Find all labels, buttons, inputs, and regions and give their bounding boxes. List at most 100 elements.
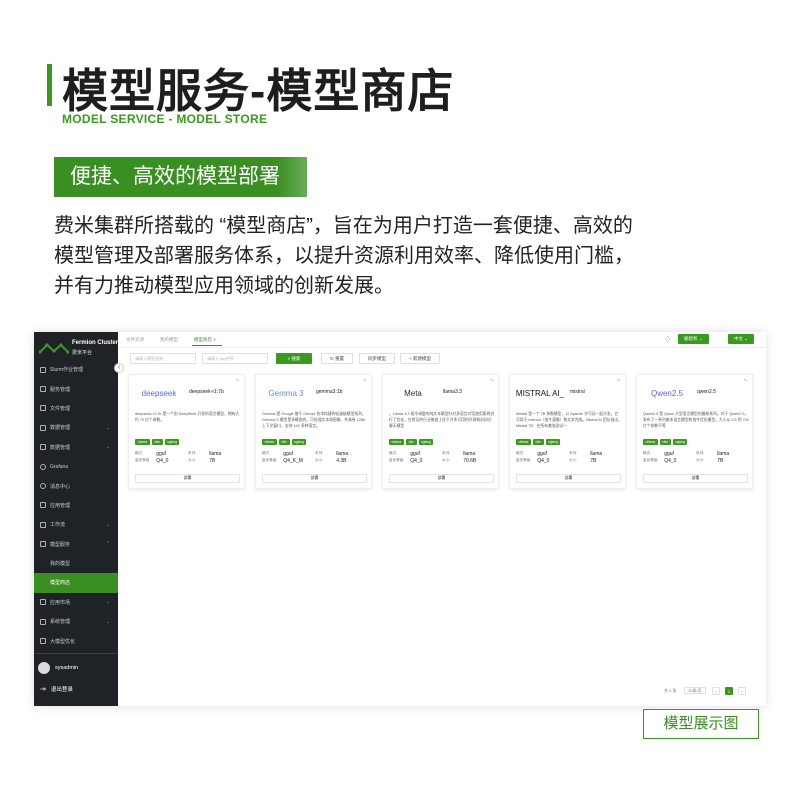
sidebar-item[interactable]: 应用管理 bbox=[34, 496, 118, 515]
deploy-button[interactable]: 部署 bbox=[389, 474, 494, 483]
tab-model-store[interactable]: 模型商店 × bbox=[194, 337, 216, 343]
pin-icon[interactable]: ✎ bbox=[617, 378, 621, 384]
sidebar-item-label: 模型商店 bbox=[50, 580, 71, 587]
add-model-button[interactable]: + 新建模型 bbox=[400, 353, 440, 364]
engine-tag: vllm bbox=[151, 439, 163, 445]
engine-tag: vllm bbox=[278, 439, 290, 445]
model-name: llama3.3 bbox=[443, 389, 462, 395]
sidebar-item[interactable]: 应用市场 ⌄ bbox=[34, 593, 118, 612]
model-specs: 格式: gguf 系列: llama 量化等级: Q4_K_M 大小: 4.3B bbox=[262, 450, 368, 464]
spec-key: 系列: bbox=[569, 451, 578, 455]
deploy-button[interactable]: 部署 bbox=[516, 474, 621, 483]
model-logo: Gemma 3 bbox=[268, 388, 304, 398]
page-size-select[interactable]: 10条/页 bbox=[684, 687, 706, 695]
sidebar-item[interactable]: Slurm作业管理 bbox=[34, 360, 118, 379]
tab-file-resources[interactable]: 文件资源 bbox=[126, 337, 144, 343]
pin-icon[interactable]: ✎ bbox=[363, 378, 367, 384]
sync-model-button[interactable]: 同步模型 bbox=[359, 353, 395, 364]
spec-size: 7B bbox=[209, 457, 216, 464]
sidebar-item[interactable]: 服务管理 bbox=[34, 379, 118, 398]
chevron-left-icon[interactable]: ‹ bbox=[114, 363, 124, 373]
sidebar-item[interactable]: 文件管理 bbox=[34, 399, 118, 418]
spec-size: 7B bbox=[590, 457, 597, 464]
spec-key: 格式: bbox=[262, 451, 271, 455]
model-specs: 格式: gguf 系列: llama 量化等级: Q4_0 大小: 7B bbox=[516, 450, 622, 464]
logo[interactable]: Fermion Cluster 费米平台 bbox=[39, 336, 119, 360]
sidebar-item[interactable]: 大模型优化 bbox=[34, 631, 118, 650]
prev-page-button[interactable]: ‹ bbox=[712, 687, 720, 695]
section-badge: 便捷、高效的模型部署 bbox=[54, 157, 307, 197]
reset-button[interactable]: ↻ 重置 bbox=[321, 353, 353, 364]
engine-tag: ollama bbox=[262, 439, 277, 445]
avatar bbox=[38, 662, 50, 674]
model-description: deepseek-r1:7b 是一个由 DeepSeek 开发的语言模型，拥有大… bbox=[135, 412, 240, 422]
model-name-input[interactable]: 请输入模型名称 bbox=[130, 353, 196, 364]
model-card[interactable]: ✎ deepseek deepseek-r1:7b deepseek-r1:7b 是一… bbox=[128, 374, 245, 489]
sidebar-item-label: 我的模型 bbox=[50, 561, 71, 568]
model-specs: 格式: gguf 系列: llama 量化等级: Q4_0 大小: 70.6B bbox=[389, 450, 495, 464]
bell-icon[interactable]: ♢ bbox=[664, 335, 671, 344]
model-card[interactable]: ✎ Meta llama3.3 。Llama 3.3 指令调整的纯文本模型针对多语言对… bbox=[382, 374, 499, 489]
model-logo: Meta bbox=[404, 388, 422, 398]
database-icon bbox=[40, 424, 46, 431]
user-profile[interactable]: sysadmin bbox=[38, 662, 78, 674]
language-button[interactable]: 中文 ⌄ bbox=[728, 334, 755, 344]
sidebar-item[interactable]: 消息中心 bbox=[34, 476, 118, 495]
spec-format: gguf bbox=[410, 450, 420, 457]
sidebar-item[interactable]: 数据管理 ⌄ bbox=[34, 418, 118, 437]
description: 费米集群所搭载的 “模型商店”，旨在为用户打造一套便捷、高效的 模型管理及部署服… bbox=[54, 211, 754, 301]
sidebar-item[interactable]: 模型服务 ⌃ bbox=[34, 535, 118, 554]
model-card[interactable]: ✎ Qwen2.5 qwen2.5 Qwen2.5 是 Qwen 大型语言模型的最新系… bbox=[636, 374, 753, 489]
search-button[interactable]: ⌕ 搜索 bbox=[276, 353, 312, 364]
pagination-total: 共 5 条 bbox=[664, 688, 677, 693]
spec-key: 格式: bbox=[389, 451, 398, 455]
engine-tags: ollama vllm sglang bbox=[135, 439, 180, 445]
sidebar-item-label: 系统管理 bbox=[50, 619, 71, 626]
model-icon bbox=[40, 541, 46, 548]
spec-key: 量化等级: bbox=[516, 458, 532, 462]
spec-format: gguf bbox=[156, 450, 166, 457]
deploy-button[interactable]: 部署 bbox=[262, 474, 367, 483]
app-icon bbox=[40, 502, 46, 509]
spec-key: 大小: bbox=[315, 458, 324, 462]
chevron-icon: ⌄ bbox=[105, 521, 110, 528]
spec-size: 4.3B bbox=[336, 457, 347, 464]
logout-button[interactable]: ⇥ 退出登录 bbox=[40, 685, 73, 693]
spec-quant: Q4_0 bbox=[537, 457, 550, 464]
spec-key: 系列: bbox=[315, 451, 324, 455]
chevron-icon: ⌃ bbox=[105, 541, 110, 548]
spec-key: 格式: bbox=[643, 451, 652, 455]
sidebar-item[interactable]: 我的模型 bbox=[34, 554, 118, 573]
logo-name: Fermion Cluster bbox=[72, 340, 119, 346]
user-name: sysadmin bbox=[55, 665, 79, 671]
chevron-icon: ⌄ bbox=[105, 599, 110, 606]
engine-tag: vllm bbox=[532, 439, 544, 445]
pin-icon[interactable]: ✎ bbox=[744, 378, 748, 384]
logout-icon: ⇥ bbox=[40, 686, 46, 693]
spec-quant: Q4_0 bbox=[410, 457, 423, 464]
sidebar-item[interactable]: 系统管理 ⌄ bbox=[34, 612, 118, 631]
page-1-button[interactable]: 1 bbox=[725, 687, 733, 695]
spec-quant: Q4_K_M bbox=[283, 457, 303, 464]
spec-key: 系列: bbox=[696, 451, 705, 455]
sidebar-item-label: 文件管理 bbox=[50, 405, 71, 412]
sidebar-nav: Slurm作业管理 服务管理 文件管理 数据管理 ⌄ 数据管理 ⌄ Grafana 消息中心 应用… bbox=[34, 360, 118, 651]
user-menu-button[interactable]: 秘智析 ⌄ bbox=[678, 334, 709, 344]
caption-label: 模型展示图 bbox=[643, 709, 759, 739]
engine-tag: ollama bbox=[643, 439, 658, 445]
sidebar-item[interactable]: 工作流 ⌄ bbox=[34, 515, 118, 534]
pin-icon[interactable]: ✎ bbox=[236, 378, 240, 384]
deploy-button[interactable]: 部署 bbox=[643, 474, 748, 483]
sidebar-item[interactable]: Grafana bbox=[34, 457, 118, 476]
model-card[interactable]: ✎ MISTRAL AI_ mistral Mistral 是一个 7B 参数模型，以… bbox=[509, 374, 626, 489]
sidebar-item[interactable]: 模型商店 bbox=[34, 573, 118, 593]
tab-my-models[interactable]: 我的模型 bbox=[160, 337, 178, 343]
description-line: 模型管理及部署服务体系，以提升资源利用效率、降低使用门槛， bbox=[54, 245, 634, 267]
tag-name-input[interactable]: 请输入Tag名称 bbox=[202, 353, 268, 364]
model-card[interactable]: ✎ Gemma 3 gemma3:1b Gemma 是 Google 基于 Gemin… bbox=[255, 374, 372, 489]
sidebar-item[interactable]: 数据管理 ⌄ bbox=[34, 438, 118, 457]
deploy-button[interactable]: 部署 bbox=[135, 474, 240, 483]
sidebar-divider bbox=[34, 653, 118, 654]
next-page-button[interactable]: › bbox=[738, 687, 746, 695]
pin-icon[interactable]: ✎ bbox=[490, 378, 494, 384]
